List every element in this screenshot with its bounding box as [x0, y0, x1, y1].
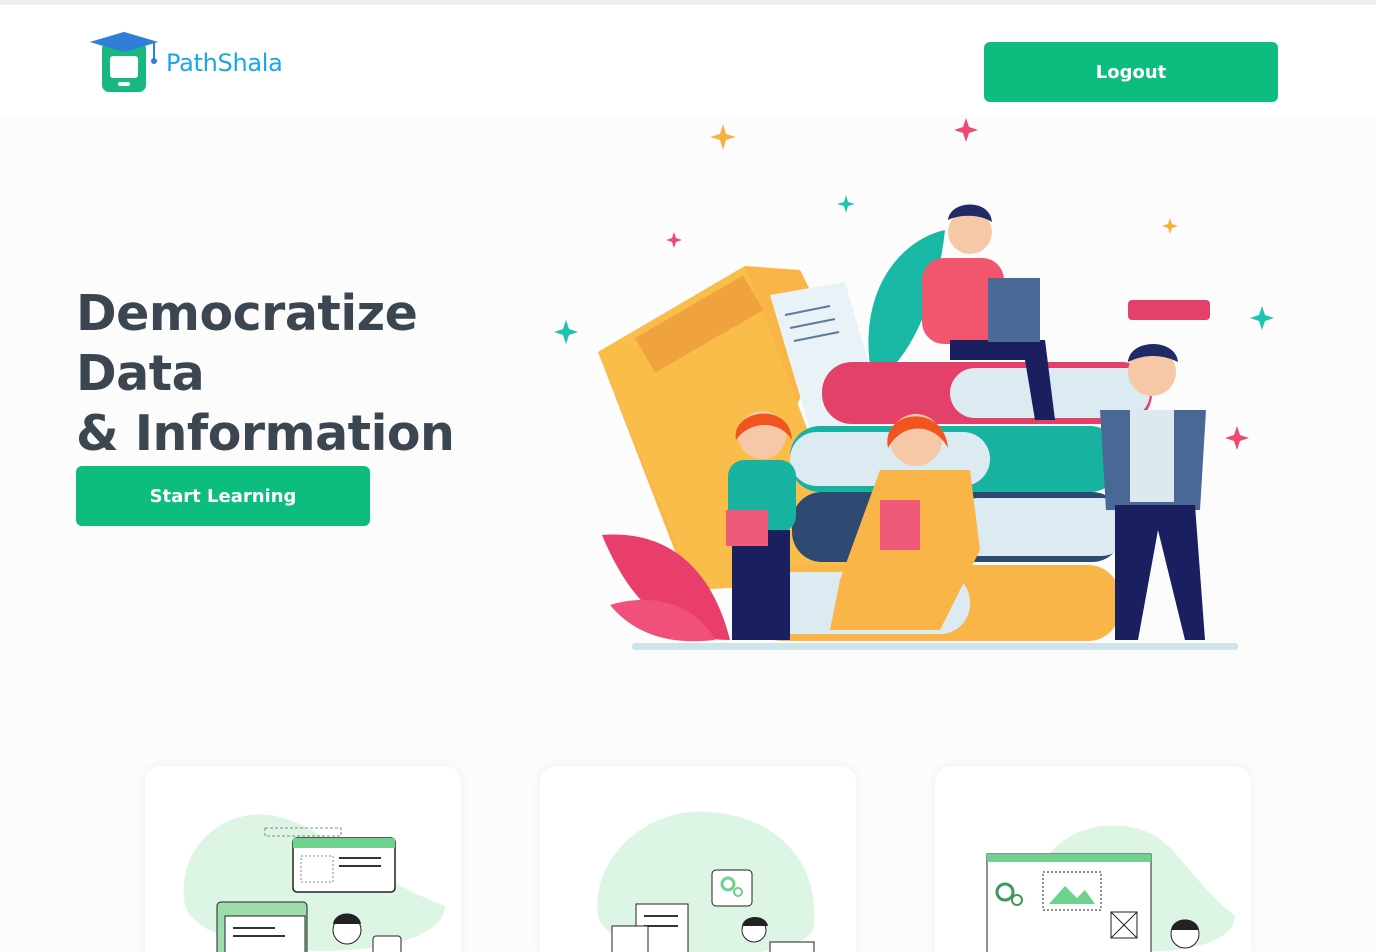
- web-developer-illustration: [183, 814, 446, 952]
- hero-title-line1: Democratize Data: [76, 285, 418, 402]
- hero-title: Democratize Data & Information: [76, 284, 556, 464]
- logo[interactable]: PathShala: [90, 28, 283, 98]
- feature-card-1[interactable]: [145, 766, 461, 952]
- feature-card-3[interactable]: [935, 766, 1251, 952]
- hero-title-line2: & Information: [76, 405, 455, 462]
- feature-card-2[interactable]: [540, 766, 856, 952]
- sparkle-icon: [710, 124, 736, 150]
- graduation-cap-icon: [90, 32, 158, 92]
- design-wireframe-illustration: [986, 825, 1235, 952]
- logout-button[interactable]: Logout: [984, 42, 1278, 102]
- documents-settings-illustration: [597, 811, 815, 952]
- brand-name: PathShala: [166, 49, 283, 77]
- start-learning-button[interactable]: Start Learning: [76, 466, 370, 526]
- students-with-books-illustration: [554, 118, 1274, 650]
